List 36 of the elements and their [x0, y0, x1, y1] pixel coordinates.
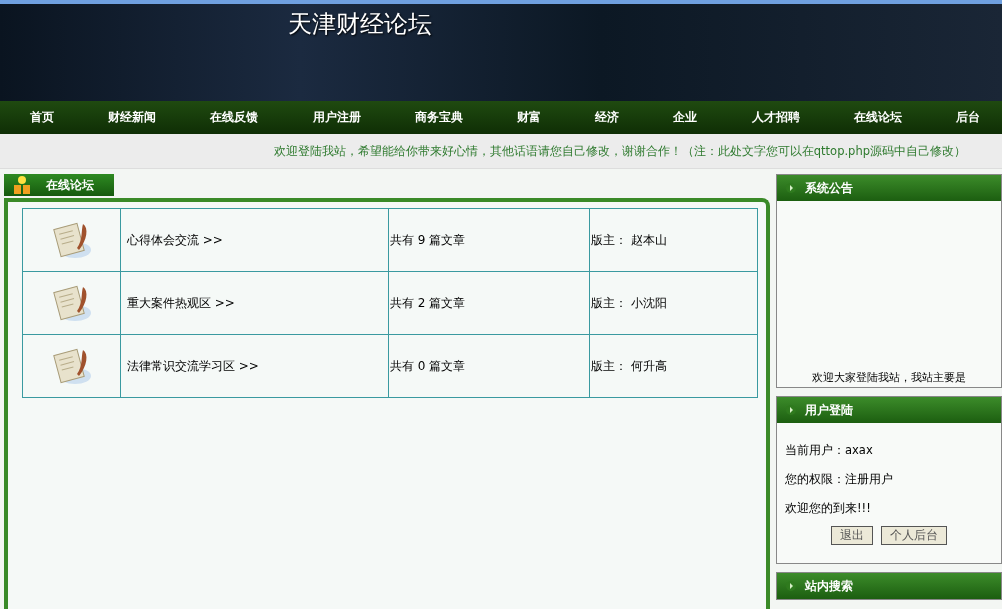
- post-count: 共有 9 篇文章: [388, 208, 590, 272]
- arrow-bullet-icon: [785, 580, 797, 592]
- action-button[interactable]: 退出: [831, 526, 873, 545]
- nav-link[interactable]: 后台: [955, 109, 980, 126]
- nav-link[interactable]: 在线反馈: [210, 109, 259, 126]
- board-name-link[interactable]: 法律常识交流学习区 >>: [120, 334, 389, 398]
- section-title: 在线论坛: [46, 176, 94, 194]
- panel-title: 用户登陆: [805, 401, 853, 419]
- nav-link[interactable]: 财经新闻: [108, 109, 157, 126]
- users-icon: [12, 175, 32, 195]
- nav-link[interactable]: 财富: [516, 109, 541, 126]
- panel-title: 站内搜索: [805, 577, 853, 595]
- moderator: 版主： 小沈阳: [589, 271, 758, 335]
- moderator: 版主： 赵本山: [589, 208, 758, 272]
- nav-link[interactable]: 用户注册: [312, 109, 361, 126]
- post-count: 共有 0 篇文章: [388, 334, 590, 398]
- panel-title: 系统公告: [805, 179, 853, 197]
- action-button[interactable]: 个人后台: [881, 526, 947, 545]
- nav-link[interactable]: 人才招聘: [751, 109, 800, 126]
- nav-link[interactable]: 企业: [673, 109, 698, 126]
- board-name-link[interactable]: 重大案件热观区 >>: [120, 271, 389, 335]
- welcome-message: 欢迎登陆我站，希望能给你带来好心情，其他话语请您自己修改，谢谢合作！（注：此处文字您可以在qttop.php源码中自己修改）: [273, 143, 966, 159]
- nav-link[interactable]: 在线论坛: [853, 109, 902, 126]
- nav-link[interactable]: 首页: [30, 109, 54, 126]
- current-user: 当前用户：axax: [785, 443, 874, 458]
- arrow-bullet-icon: [785, 182, 797, 194]
- post-count: 共有 2 篇文章: [388, 271, 590, 335]
- notice-text: 欢迎大家登陆我站，我站主要是: [812, 370, 966, 385]
- permission: 您的权限：注册用户: [785, 472, 894, 487]
- board-name-link[interactable]: 心得体会交流 >>: [120, 208, 389, 272]
- nav-link[interactable]: 商务宝典: [414, 109, 463, 126]
- moderator: 版主： 何升高: [589, 334, 758, 398]
- greeting: 欢迎您的到来!!!: [785, 501, 872, 516]
- nav-link[interactable]: 经济: [595, 109, 620, 126]
- site-title: 天津财经论坛: [288, 10, 432, 39]
- arrow-bullet-icon: [785, 404, 797, 416]
